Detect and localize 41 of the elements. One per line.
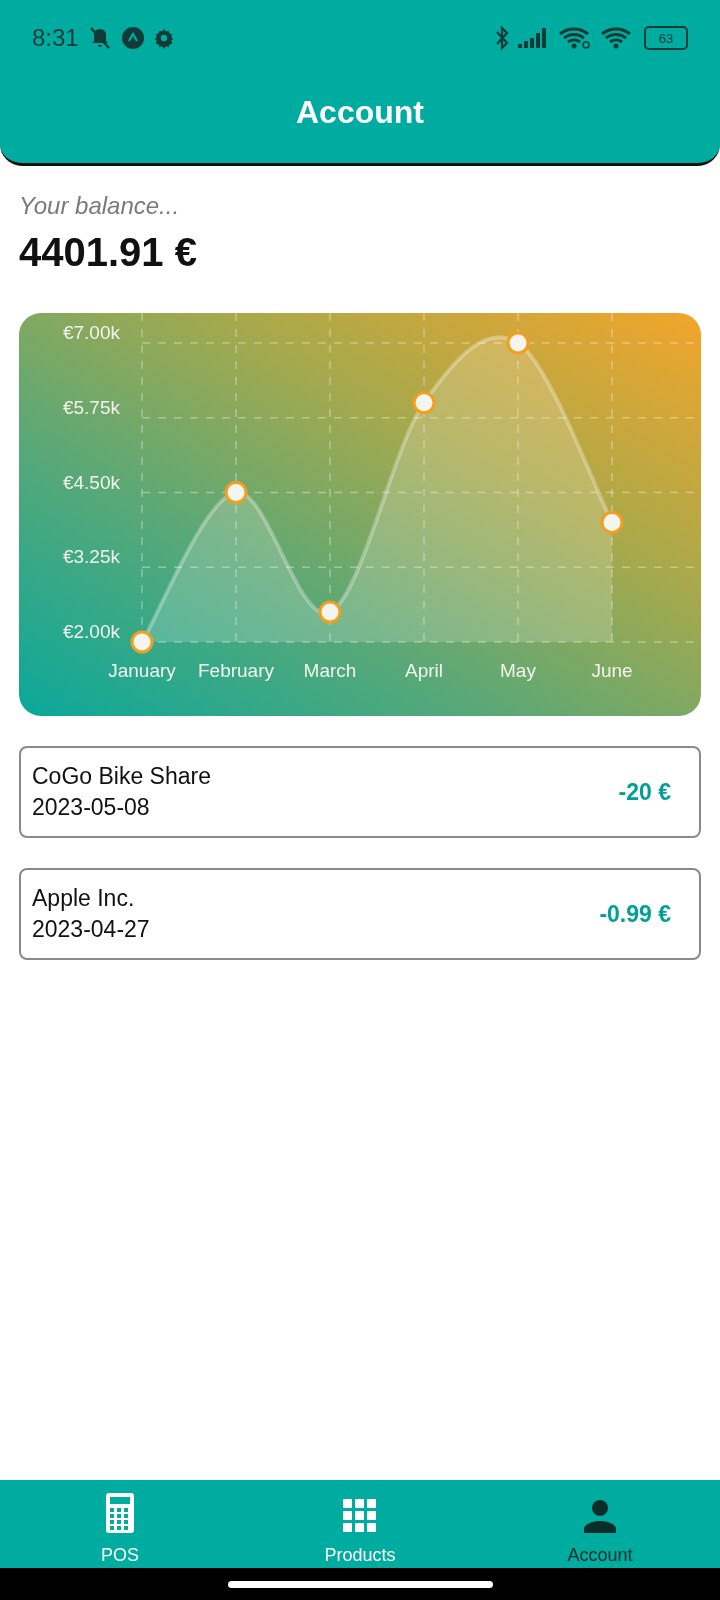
y-axis-label: €3.25k [62, 546, 120, 568]
screen-title: Account [295, 93, 425, 131]
calculator-icon [106, 1493, 134, 1533]
grid-icon [343, 1499, 377, 1533]
x-axis-label: February [198, 660, 274, 681]
y-axis-label: €5.75k [62, 396, 120, 418]
nav-tab[interactable]: Products [240, 1480, 480, 1568]
status-time: 8:31 [32, 24, 79, 52]
bluetooth-icon [494, 25, 510, 51]
x-axis-label: March [303, 660, 357, 681]
y-axis-label: €7.00k [62, 322, 120, 343]
transaction-card[interactable]: Apple Inc. 2023-04-27 -0.99 € [19, 868, 701, 960]
data-point [318, 600, 342, 624]
y-axis-label: €2.00k [62, 621, 120, 642]
nav-tab[interactable]: Account [480, 1480, 720, 1568]
app-badge-icon [120, 26, 145, 50]
balance-label: Your balance... [19, 192, 180, 220]
transaction-amount: -0.99 € [599, 900, 671, 928]
transaction-date: 2023-04-27 [32, 916, 150, 943]
settings-icon [152, 27, 175, 49]
transaction-amount: -20 € [618, 778, 671, 806]
data-point [600, 510, 624, 534]
y-axis-label: €4.50k [62, 471, 120, 493]
merchant-name: Apple Inc. [32, 885, 135, 912]
x-axis-label: April [405, 660, 443, 681]
x-axis-label: June [591, 660, 633, 681]
data-point [506, 331, 530, 355]
data-point [224, 481, 248, 504]
data-point [130, 630, 154, 654]
transaction-date: 2023-05-08 [32, 794, 150, 821]
wifi-icon [558, 26, 592, 50]
wifi-icon [600, 26, 632, 50]
x-axis-label: January [108, 660, 176, 681]
x-axis-label: May [500, 660, 536, 681]
transaction-card[interactable]: CoGo Bike Share 2023-05-08 -20 € [19, 746, 701, 838]
nav-tab[interactable]: POS [0, 1480, 240, 1568]
battery-indicator: 63 [644, 26, 688, 50]
balance-amount: 4401.91 € [19, 230, 197, 275]
person-icon [583, 1499, 617, 1533]
merchant-name: CoGo Bike Share [32, 763, 211, 790]
data-point [412, 391, 436, 415]
